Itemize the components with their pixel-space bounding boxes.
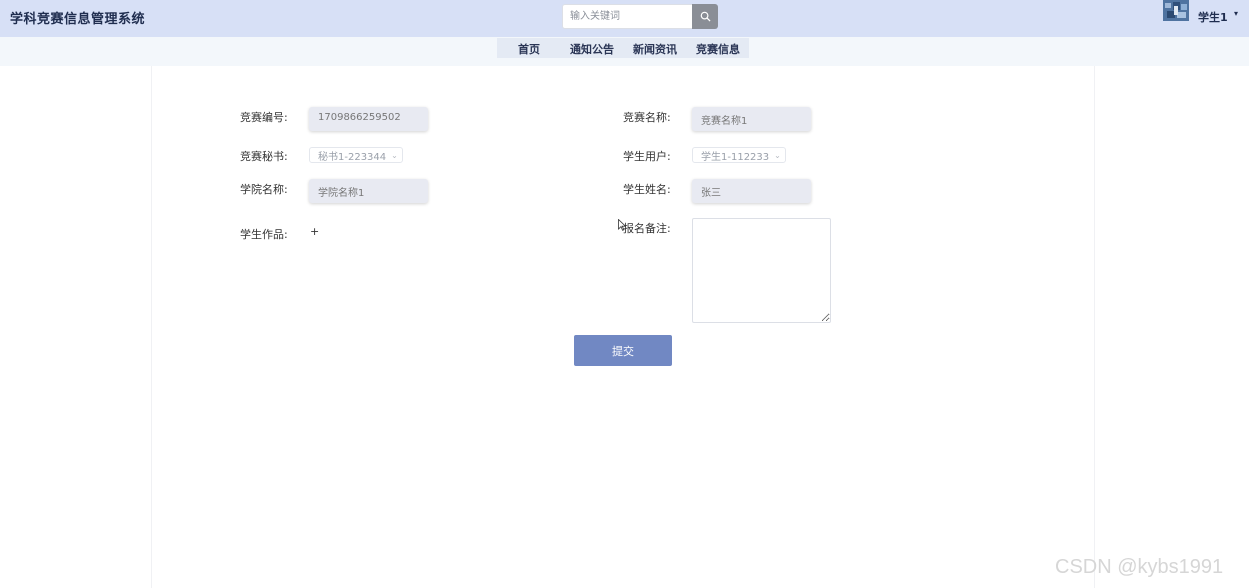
mouse-cursor-icon xyxy=(618,219,626,231)
watermark: CSDN @kybs1991 xyxy=(1055,556,1224,578)
nav-item-home[interactable]: 首页 xyxy=(518,41,540,57)
college-name-label: 学院名称: xyxy=(240,183,288,196)
upload-add-button[interactable]: + xyxy=(310,225,319,238)
chevron-down-icon: ⌄ xyxy=(391,150,398,160)
nav-menu: 首页 通知公告 新闻资讯 竞赛信息 xyxy=(497,38,749,58)
secretary-select[interactable]: 秘书1-223344 ⌄ xyxy=(309,147,403,163)
remark-textarea[interactable] xyxy=(692,218,831,323)
college-name-field[interactable]: 学院名称1 xyxy=(309,179,428,203)
search-input[interactable] xyxy=(562,4,692,29)
search-button[interactable] xyxy=(692,4,718,29)
avatar-image xyxy=(1163,0,1189,21)
remark-label: 报名备注: xyxy=(623,222,671,235)
avatar[interactable] xyxy=(1163,0,1189,21)
search-icon xyxy=(700,11,711,22)
nav-bar: 首页 通知公告 新闻资讯 竞赛信息 xyxy=(0,37,1249,66)
competition-name-field[interactable]: 竞赛名称1 xyxy=(692,107,811,131)
chevron-down-icon: ⌄ xyxy=(774,150,781,160)
student-user-label: 学生用户: xyxy=(623,150,671,163)
student-work-label: 学生作品: xyxy=(240,228,288,241)
content-panel xyxy=(151,66,1095,588)
student-user-select-value: 学生1-112233 xyxy=(701,151,770,163)
app-title: 学科竞赛信息管理系统 xyxy=(10,12,146,27)
competition-no-field[interactable]: 1709866259502 xyxy=(309,107,428,131)
student-user-select[interactable]: 学生1-112233 ⌄ xyxy=(692,147,786,163)
secretary-label: 竞赛秘书: xyxy=(240,150,288,163)
nav-item-notices[interactable]: 通知公告 xyxy=(570,41,614,57)
nav-item-competitions[interactable]: 竞赛信息 xyxy=(696,41,740,57)
user-name[interactable]: 学生1 xyxy=(1198,9,1228,25)
secretary-select-value: 秘书1-223344 xyxy=(318,151,387,163)
submit-button[interactable]: 提交 xyxy=(574,335,672,366)
top-header: 学科竞赛信息管理系统 学生1 ▾ xyxy=(0,0,1249,37)
competition-no-label: 竞赛编号: xyxy=(240,111,288,124)
student-name-field[interactable]: 张三 xyxy=(692,179,811,203)
student-name-label: 学生姓名: xyxy=(623,183,671,196)
search-box xyxy=(562,4,718,29)
competition-name-label: 竞赛名称: xyxy=(623,111,671,124)
chevron-down-icon[interactable]: ▾ xyxy=(1234,9,1238,18)
nav-item-news[interactable]: 新闻资讯 xyxy=(633,41,677,57)
